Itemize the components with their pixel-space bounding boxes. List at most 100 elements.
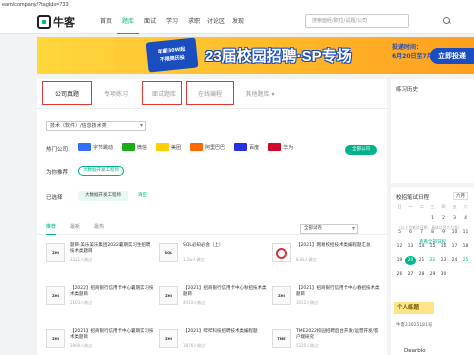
company-name: 字节跳动 xyxy=(93,144,114,151)
tab-topic-practice[interactable]: 专项练习 xyxy=(98,89,134,98)
company-wechat[interactable]: 微信 xyxy=(122,143,147,151)
sort-recommended[interactable]: 推荐 xyxy=(46,219,57,235)
search-icon[interactable] xyxy=(442,16,452,26)
company-huawei[interactable]: 华为 xyxy=(268,143,293,151)
calendar-month-select[interactable]: 六月 xyxy=(453,192,468,200)
calendar-day[interactable]: 17 xyxy=(449,242,460,251)
nav-interview[interactable]: 面试 xyxy=(139,10,161,34)
calendar-day[interactable]: 27 xyxy=(405,270,416,279)
exam-calendar-panel: 校招笔试日程 六月 日 一 二 三 四 五 六 1 2 3 4 5 6 7 8 9 10 11 12 1… xyxy=(391,187,474,355)
recommend-label: 为你推荐 xyxy=(46,170,69,176)
paper-card[interactable]: ZHI 【2021】招商银行信用卡中心春招技术类题目 3012人做过 xyxy=(272,284,382,308)
paper-thumbnail: ZHI xyxy=(46,286,65,305)
hot-company-list: 字节跳动 微信 美团 阿里巴巴 百度 华为 xyxy=(78,143,302,151)
paper-title: 【2021】招商银行信用卡中心春招技术类题目 xyxy=(296,286,380,297)
paper-card[interactable]: ZHI 【2022】招商银行信用卡中心暑期实习技术类题目 2103人做过 xyxy=(46,284,156,308)
paper-meta: 1.2w人做过 xyxy=(183,257,205,262)
company-meituan[interactable]: 美团 xyxy=(156,143,181,151)
company-name: 美团 xyxy=(171,144,182,151)
selected-label: 已选择 xyxy=(46,195,63,201)
company-name: 微信 xyxy=(137,144,148,151)
view-all-schedule-link[interactable]: 查看全部日程 xyxy=(419,239,446,245)
calendar-weekdays: 日 一 二 三 四 五 六 xyxy=(394,204,471,210)
calendar-day[interactable]: 12 xyxy=(394,242,405,251)
sort-latest[interactable]: 最新 xyxy=(70,219,80,235)
tab-company-papers[interactable]: 公司真题 xyxy=(42,81,92,105)
nav-discover[interactable]: 发现 xyxy=(227,10,249,34)
paper-title: 【2021】哔哔科技招聘技术类编程题 xyxy=(183,329,258,334)
tab-other-banks[interactable]: 其他题库 ▾ xyxy=(240,89,280,98)
calendar-day[interactable]: 20 xyxy=(405,256,416,265)
paper-card[interactable]: TME TME2022校园招聘后台开发/运营开发/客户端研究 5320人做过 xyxy=(272,327,382,351)
site-logo[interactable]: 牛客 xyxy=(37,14,75,30)
calendar-day[interactable]: 4 xyxy=(460,214,471,223)
calendar-grid: 1 2 3 4 5 6 7 8 9 10 11 12 13 14 15 16 17 18 19 20 21 22 23 24 2… xyxy=(394,214,471,279)
paper-meta: 4410人做过 xyxy=(183,300,206,305)
nav-discuss[interactable]: 讨论区 xyxy=(205,10,227,34)
calendar-notice: （以上为笔试日期，具体以官方为准） xyxy=(397,225,462,230)
nav-learn[interactable]: 学习 xyxy=(161,10,183,34)
paper-thumbnail: ZHI xyxy=(46,243,65,262)
highlight-box xyxy=(186,81,234,105)
paper-card[interactable]: ZHI 题目·美乐美乐集团2022暑期实习生招聘技术类题目 3321人做过 xyxy=(46,241,156,265)
calendar-day[interactable]: 25 xyxy=(460,256,471,265)
weekday: 三 xyxy=(430,204,435,209)
calendar-day[interactable]: 29 xyxy=(427,270,438,279)
company-name: 百度 xyxy=(249,144,260,151)
promo-banner[interactable]: 年薪30W起 不限简历投 23届校园招聘·SP专场 投递时间： 6月20日至7月… xyxy=(37,37,474,74)
nav-home[interactable]: 首页 xyxy=(95,10,117,34)
highlight-box xyxy=(142,81,182,105)
company-bytedance[interactable]: 字节跳动 xyxy=(78,143,113,151)
company-baidu[interactable]: 百度 xyxy=(234,143,259,151)
calendar-day[interactable]: 21 xyxy=(416,256,427,265)
calendar-day[interactable]: 26 xyxy=(394,270,405,279)
clear-filters-link[interactable]: 清空 xyxy=(138,191,147,201)
calendar-day[interactable]: 30 xyxy=(438,270,449,279)
paper-thumbnail: ZHI xyxy=(46,329,65,348)
paper-card[interactable]: ZHI 【2021】招商银行信用卡中心暑期实习技术类题目 2890人做过 xyxy=(46,327,156,351)
tab-online-coding[interactable]: 在线编程 xyxy=(186,81,234,105)
paper-card[interactable]: 【2021】网易校招技术类编程题汇总 8.6k人做过 xyxy=(272,241,382,265)
calendar-day[interactable]: 11 xyxy=(460,228,471,237)
nav-jobs[interactable]: 求职 xyxy=(183,10,205,34)
banner-title: 23届校园招聘·SP专场 xyxy=(205,48,352,65)
practice-history-title: 练习历史 xyxy=(396,87,419,93)
main-panel: 公司真题 专项练习 面试题库 在线编程 其他题库 ▾ 技术（软件）/信息技术类 … xyxy=(37,79,387,355)
top-nav: 牛客 首页 题库 面试 学习 求职 讨论区 发现 搜索面经/职位/试题/公司 xyxy=(0,10,474,34)
paper-card[interactable]: ZHI 【2021】哔哔科技招聘技术类编程题 1876人做过 xyxy=(159,327,269,351)
calendar-day[interactable]: 1 xyxy=(427,214,438,223)
all-companies-button[interactable]: 全部公司 xyxy=(345,145,377,155)
calendar-day[interactable]: 28 xyxy=(416,270,427,279)
apply-now-button[interactable]: 立即投递 xyxy=(430,48,474,64)
profile-user: 牛客23025181号 xyxy=(396,323,433,328)
banner-card: 年薪30W起 不限简历投 xyxy=(145,37,199,73)
recommended-tag[interactable]: 大数据开发工程师 xyxy=(78,166,124,176)
paper-card[interactable]: SQL SQL必知必会（上） 1.2w人做过 xyxy=(159,241,269,265)
selected-tag[interactable]: 大数据开发工程师 xyxy=(78,191,128,201)
calendar-day[interactable]: 22 xyxy=(427,256,438,265)
calendar-day[interactable]: 24 xyxy=(449,256,460,265)
calendar-day[interactable]: 23 xyxy=(438,256,449,265)
paper-title: TME2022校园招聘后台开发/运营开发/客户端研究 xyxy=(296,329,379,340)
baidu-logo-icon xyxy=(234,143,248,151)
calendar-day[interactable]: 2 xyxy=(438,214,449,223)
tab-interview-bank[interactable]: 面试题库 xyxy=(142,81,182,105)
paper-meta: 3012人做过 xyxy=(296,300,319,305)
paper-type-select[interactable]: 全部试卷 xyxy=(300,224,358,234)
search-input[interactable]: 搜索面经/职位/试题/公司 xyxy=(305,14,409,28)
calendar-day[interactable]: 18 xyxy=(460,242,471,251)
calendar-day[interactable]: 19 xyxy=(394,256,405,265)
address-bar[interactable]: eam/company/?tagIds=733 xyxy=(0,0,474,10)
weekday: 二 xyxy=(419,204,424,209)
calendar-day[interactable]: 3 xyxy=(449,214,460,223)
paper-thumbnail: ZHI xyxy=(272,286,291,305)
sort-hottest[interactable]: 最热 xyxy=(94,219,104,235)
calendar-day[interactable]: 13 xyxy=(405,242,416,251)
paper-title: 题目·美乐美乐集团2022暑期实习生招聘技术类题目 xyxy=(70,243,151,254)
paper-title: 【2021】网易校招技术类编程题汇总 xyxy=(296,243,371,248)
company-alibaba[interactable]: 阿里巴巴 xyxy=(190,143,225,151)
company-name: 阿里巴巴 xyxy=(205,144,226,151)
nav-question-bank[interactable]: 题库 xyxy=(117,10,139,34)
category-select[interactable]: 技术（软件）/信息技术类 xyxy=(46,121,146,131)
paper-card[interactable]: ZHI 【2021】招商银行信用卡中心秋招技术类题目 4410人做过 xyxy=(159,284,269,308)
